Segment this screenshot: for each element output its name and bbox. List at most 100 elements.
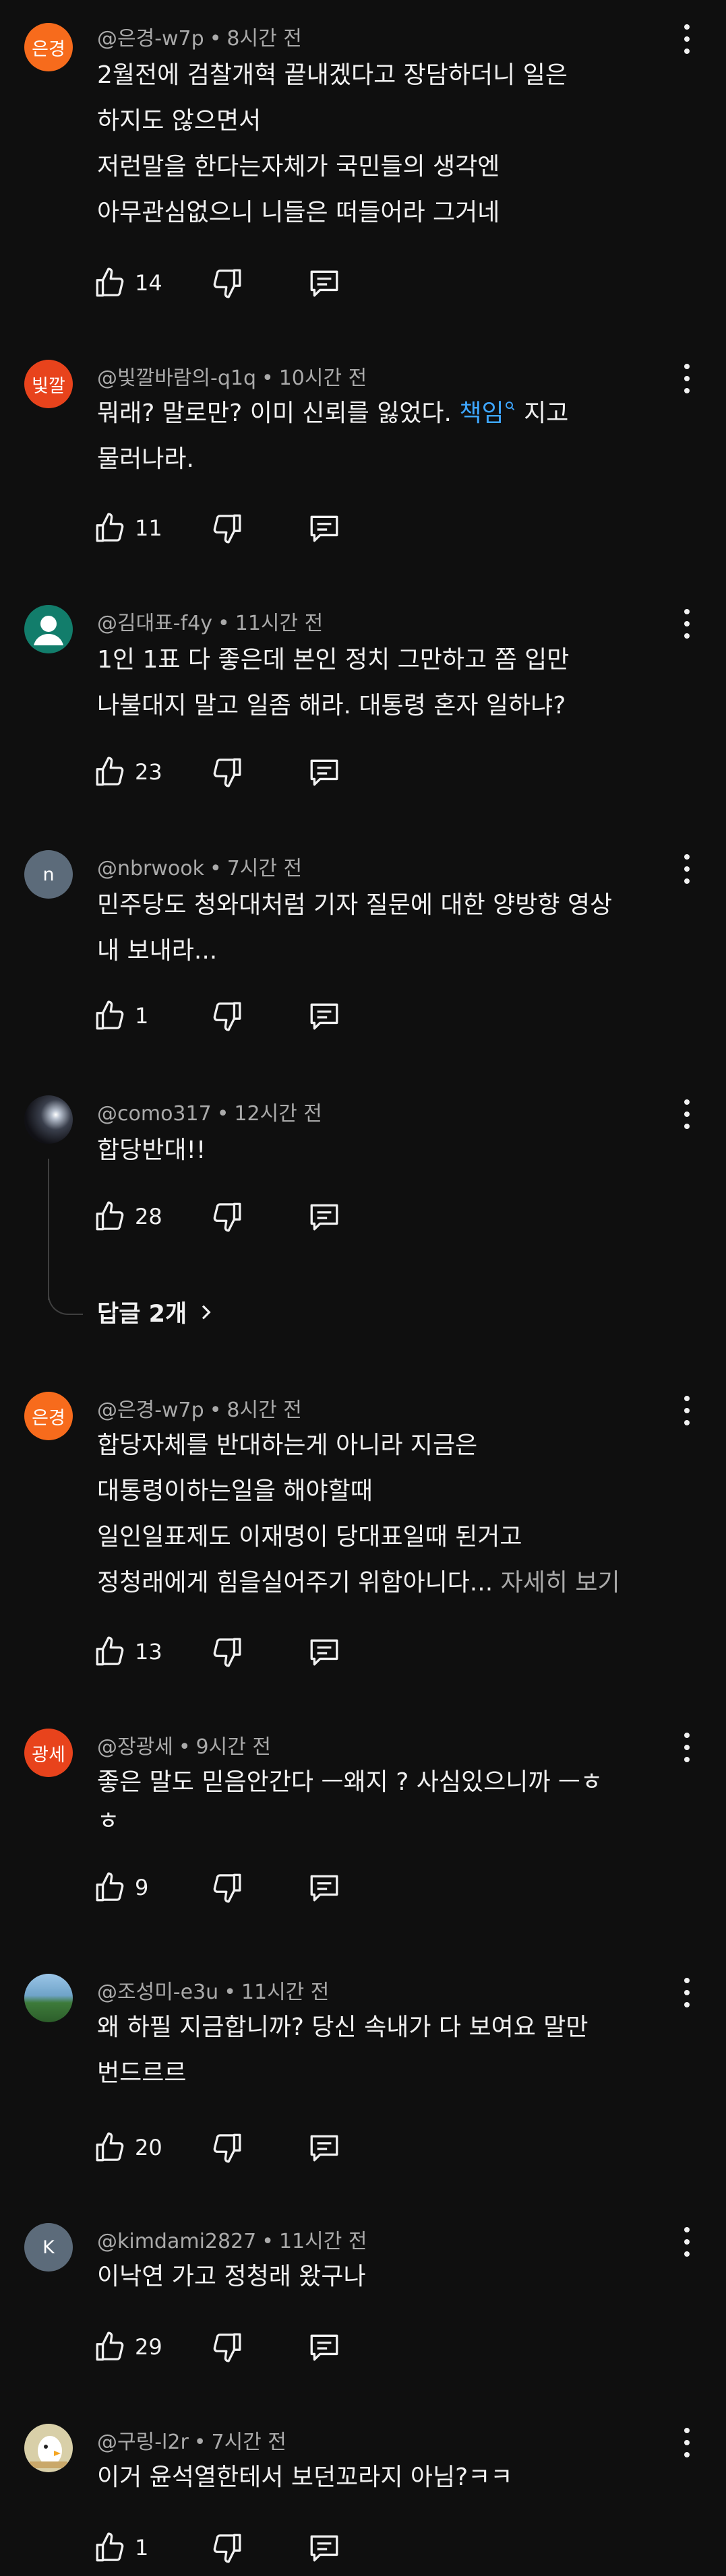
comment-text: 왜 하필 지금합니까? 당신 속내가 다 보여요 말만 번드르르 (97, 2005, 650, 2096)
comment-actions: 9 (93, 1867, 430, 1908)
author-name[interactable]: @은경-w7p (97, 1398, 204, 1422)
author-name[interactable]: @nbrwook (97, 857, 204, 880)
separator: • (210, 857, 222, 880)
more-options-icon[interactable] (680, 1099, 694, 1129)
reply-button[interactable] (307, 2527, 341, 2568)
more-options-icon[interactable] (680, 2227, 694, 2257)
separator: • (224, 1981, 236, 2004)
comment-meta: @김대표-f4y • 11시간 전 (97, 606, 323, 636)
avatar[interactable]: 광세 (24, 1729, 73, 1777)
reply-button[interactable] (307, 2327, 341, 2367)
thumbs-up-icon (96, 267, 124, 297)
more-options-icon[interactable] (680, 854, 694, 884)
dislike-button[interactable] (210, 996, 244, 1036)
avatar[interactable]: 은경 (24, 1392, 73, 1440)
read-more-link[interactable]: 자세히 보기 (501, 1569, 620, 1597)
avatar-initials: 광세 (32, 1744, 65, 1766)
more-options-icon[interactable] (680, 24, 694, 54)
like-button[interactable]: 1 (93, 996, 148, 1036)
more-options-icon[interactable] (680, 2428, 694, 2457)
reply-button[interactable] (307, 1632, 341, 1672)
like-button[interactable]: 9 (93, 1867, 148, 1908)
dislike-button[interactable] (210, 2127, 244, 2168)
author-name[interactable]: @장광세 (97, 1735, 173, 1759)
more-options-icon[interactable] (680, 1396, 694, 1425)
like-button[interactable]: 28 (93, 1196, 162, 1237)
view-replies-button[interactable]: 답글 2개 (97, 1295, 216, 1329)
comment-meta: @은경-w7p • 8시간 전 (97, 22, 302, 51)
dislike-button[interactable] (210, 1867, 244, 1908)
timestamp: 8시간 전 (226, 27, 302, 51)
dislike-button[interactable] (210, 1632, 244, 1672)
reply-button[interactable] (307, 2127, 341, 2168)
comment-line: 왜 하필 지금합니까? 당신 속내가 다 보여요 말만 (97, 2014, 588, 2041)
dislike-button[interactable] (210, 2327, 244, 2367)
like-button[interactable]: 1 (93, 2527, 148, 2568)
reply-button[interactable] (307, 1196, 341, 1237)
reply-button[interactable] (307, 752, 341, 792)
reply-button[interactable] (307, 996, 341, 1036)
avatar[interactable]: 빛깔 (24, 360, 73, 408)
thumbs-down-icon (213, 1202, 241, 1232)
avatar[interactable] (24, 1095, 73, 1144)
comment-meta: @kimdami2827 • 11시간 전 (97, 2224, 367, 2254)
dislike-button[interactable] (210, 508, 244, 548)
avatar[interactable] (24, 1974, 73, 2022)
timestamp: 10시간 전 (278, 366, 367, 390)
dislike-button[interactable] (210, 2527, 244, 2568)
text-segment: 뭐래? 말로만? 이미 신뢰를 잃었다. (97, 399, 460, 427)
comment-line: 민주당도 청와대처럼 기자 질문에 대한 양방향 영상 (97, 891, 613, 919)
comment-line: 정청래에게 힘을실어주기 위함아니다... 자세히 보기 (97, 1560, 650, 1606)
reply-button[interactable] (307, 263, 341, 303)
reply-button[interactable] (307, 508, 341, 548)
like-count: 28 (135, 1204, 162, 1229)
like-button[interactable]: 20 (93, 2127, 162, 2168)
comment-text: 민주당도 청와대처럼 기자 질문에 대한 양방향 영상 내 보내라... (97, 882, 650, 974)
avatar-initials: 은경 (32, 38, 65, 60)
more-options-icon[interactable] (680, 609, 694, 639)
comment-line: 내 보내라... (97, 937, 218, 965)
more-options-icon[interactable] (680, 364, 694, 393)
dislike-button[interactable] (210, 263, 244, 303)
search-link[interactable]: 책임 (459, 399, 504, 427)
text-segment: 지고 (516, 399, 569, 427)
comment-line: 1인 1표 다 좋은데 본인 정치 그만하고 쫌 입만 (97, 646, 570, 674)
comment-text: 2월전에 검찰개혁 끝내겠다고 장담하더니 일은 하지도 않으면서 저런말을 한… (97, 53, 650, 236)
chevron-right-icon (202, 1305, 211, 1319)
like-button[interactable]: 29 (93, 2327, 162, 2367)
avatar[interactable] (24, 2424, 73, 2472)
timestamp: 12시간 전 (234, 1102, 322, 1126)
comment-actions: 11 (93, 508, 430, 548)
like-button[interactable]: 14 (93, 263, 162, 303)
dislike-button[interactable] (210, 752, 244, 792)
more-options-icon[interactable] (680, 1733, 694, 1762)
more-options-icon[interactable] (680, 1978, 694, 2007)
avatar[interactable]: 은경 (24, 23, 73, 71)
reply-icon (310, 270, 338, 297)
author-name[interactable]: @como317 (97, 1102, 212, 1126)
author-name[interactable]: @조성미-e3u (97, 1981, 218, 2004)
comment-actions: 1 (93, 2527, 430, 2568)
like-button[interactable]: 13 (93, 1632, 162, 1672)
author-name[interactable]: @빛깔바람의-q1q (97, 366, 256, 390)
like-button[interactable]: 11 (93, 508, 162, 548)
like-button[interactable]: 23 (93, 752, 162, 792)
avatar[interactable]: K (24, 2223, 73, 2272)
separator: • (209, 27, 222, 51)
comment-line: 번드르르 (97, 2059, 187, 2087)
avatar[interactable] (24, 605, 73, 653)
comment-line: 합당자체를 반대하는게 아니라 지금은 (97, 1431, 478, 1459)
dislike-button[interactable] (210, 1196, 244, 1237)
comment-line: 저런말을 한다는자체가 국민들의 생각엔 (97, 153, 500, 181)
reply-button[interactable] (307, 1867, 341, 1908)
comment-line: 물러나라. (97, 445, 194, 473)
comment-meta: @조성미-e3u • 11시간 전 (97, 1975, 329, 2005)
avatar[interactable]: n (24, 850, 73, 899)
separator: • (262, 366, 274, 390)
thumbs-up-icon (96, 1000, 124, 1030)
author-name[interactable]: @김대표-f4y (97, 612, 212, 635)
author-name[interactable]: @은경-w7p (97, 27, 204, 51)
author-name[interactable]: @kimdami2827 (97, 2230, 256, 2253)
author-name[interactable]: @구링-l2r (97, 2430, 189, 2454)
timestamp: 11시간 전 (278, 2230, 367, 2253)
